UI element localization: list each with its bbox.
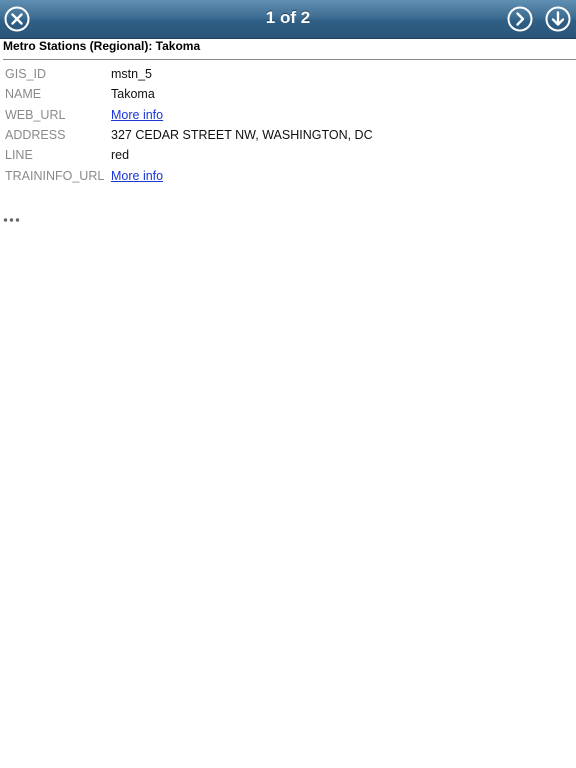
table-row: NAME Takoma (5, 84, 373, 104)
attribute-key: ADDRESS (5, 128, 66, 143)
web-url-link[interactable]: More info (111, 108, 163, 122)
attribute-value: red (111, 148, 130, 163)
download-icon[interactable] (545, 6, 571, 32)
table-row: LINE red (5, 145, 373, 165)
traininfo-url-link[interactable]: More info (111, 169, 163, 183)
attribute-key: WEB_URL (5, 107, 66, 122)
table-row: ADDRESS 327 CEDAR STREET NW, WASHINGTON,… (5, 125, 373, 145)
next-feature-icon[interactable] (507, 6, 533, 32)
table-row: GIS_ID mstn_5 (5, 64, 373, 84)
attribute-value: Takoma (111, 87, 155, 102)
attribute-table: GIS_ID mstn_5 NAME Takoma WEB_URL More i… (5, 64, 373, 186)
attribute-key: LINE (5, 148, 33, 163)
attribute-key: TRAININFO_URL (5, 168, 105, 183)
layer-title: Metro Stations (Regional): Takoma (3, 39, 201, 53)
attribute-value: 327 CEDAR STREET NW, WASHINGTON, DC (111, 128, 373, 143)
attribute-key: NAME (5, 87, 42, 102)
popup-titlebar: 1 of 2 (0, 0, 576, 39)
attribute-key: GIS_ID (5, 67, 46, 82)
attribute-value: mstn_5 (111, 67, 152, 82)
table-row: WEB_URL More info (5, 105, 373, 125)
divider (3, 59, 576, 60)
ellipsis-icon[interactable] (3, 212, 21, 222)
table-row: TRAININFO_URL More info (5, 165, 373, 185)
page-counter-title: 1 of 2 (265, 8, 311, 27)
